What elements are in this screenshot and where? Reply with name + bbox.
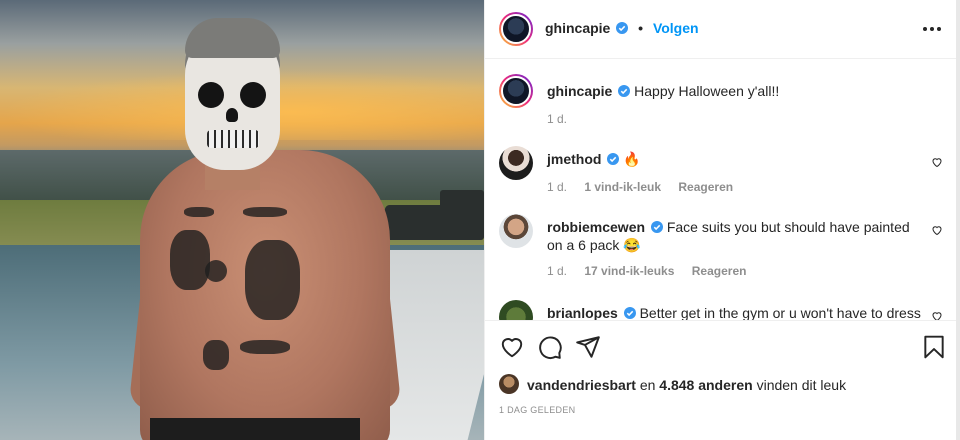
commenter-username[interactable]: robbiemcewen (547, 219, 645, 235)
caption-time[interactable]: 1 d. (547, 112, 567, 126)
caption-username[interactable]: ghincapie (547, 83, 612, 99)
comment-row: robbiemcewen Face suits you but should h… (499, 214, 942, 284)
comment-heart-icon[interactable] (931, 156, 943, 168)
post-details-panel: ghincapie • Volgen ghincapie Happy Hallo… (484, 0, 957, 440)
commenter-avatar[interactable] (499, 146, 533, 180)
comment-bubble-icon[interactable] (537, 334, 563, 360)
comment-time[interactable]: 1 d. (547, 264, 567, 278)
commenter-avatar[interactable] (499, 300, 533, 320)
liker-username[interactable]: vandendriesbart (527, 377, 636, 393)
likes-summary: vandendriesbart en 4.848 anderen vinden … (499, 374, 939, 398)
reply-button[interactable]: Reageren (692, 264, 747, 278)
separator-dot: • (638, 20, 644, 36)
comments-list[interactable]: ghincapie Happy Halloween y'all!! 1 d. j… (485, 60, 957, 320)
divider (485, 320, 957, 321)
verified-badge-icon (650, 221, 663, 233)
comment-text: 🔥 (623, 151, 641, 167)
verified-badge-icon (616, 22, 629, 34)
comment-heart-icon[interactable] (931, 224, 943, 236)
commenter-username[interactable]: brianlopes (547, 305, 618, 320)
caption: ghincapie Happy Halloween y'all!! 1 d. (499, 74, 939, 134)
liker-avatar[interactable] (499, 374, 519, 394)
comment-likes[interactable]: 1 vind-ik-leuk (584, 180, 661, 194)
like-heart-icon[interactable] (499, 334, 525, 360)
likes-others-count[interactable]: 4.848 anderen (659, 377, 752, 393)
post-photo[interactable] (0, 0, 484, 440)
comment-row: brianlopes Better get in the gym or u wo… (499, 300, 942, 320)
author-username[interactable]: ghincapie (545, 20, 610, 36)
comment-row: jmethod 🔥 1 d. 1 vind-ik-leuk Reageren (499, 146, 942, 196)
commenter-username[interactable]: jmethod (547, 151, 601, 167)
post-actions (485, 322, 957, 370)
verified-badge-icon (607, 153, 620, 165)
reply-button[interactable]: Reageren (678, 180, 733, 194)
commenter-avatar[interactable] (499, 214, 533, 248)
comment-likes[interactable]: 17 vind-ik-leuks (584, 264, 674, 278)
likes-connector: en (639, 377, 656, 393)
comment-heart-icon[interactable] (931, 310, 943, 320)
post-header: ghincapie • Volgen (485, 0, 957, 59)
author-avatar[interactable] (499, 12, 533, 46)
caption-avatar[interactable] (499, 74, 533, 108)
verified-badge-icon (623, 307, 636, 319)
more-options-icon[interactable] (921, 18, 943, 40)
caption-text: Happy Halloween y'all!! (634, 83, 780, 99)
verified-badge-icon (618, 85, 631, 97)
post-timestamp[interactable]: 1 DAG GELEDEN (499, 405, 575, 415)
comment-text: Better get in the gym or u won't have to… (639, 305, 921, 320)
bookmark-icon[interactable] (921, 334, 947, 360)
comment-time[interactable]: 1 d. (547, 180, 567, 194)
share-send-icon[interactable] (575, 334, 601, 360)
scrollbar[interactable] (956, 0, 960, 440)
follow-button[interactable]: Volgen (653, 20, 699, 36)
likes-suffix: vinden dit leuk (756, 377, 847, 393)
